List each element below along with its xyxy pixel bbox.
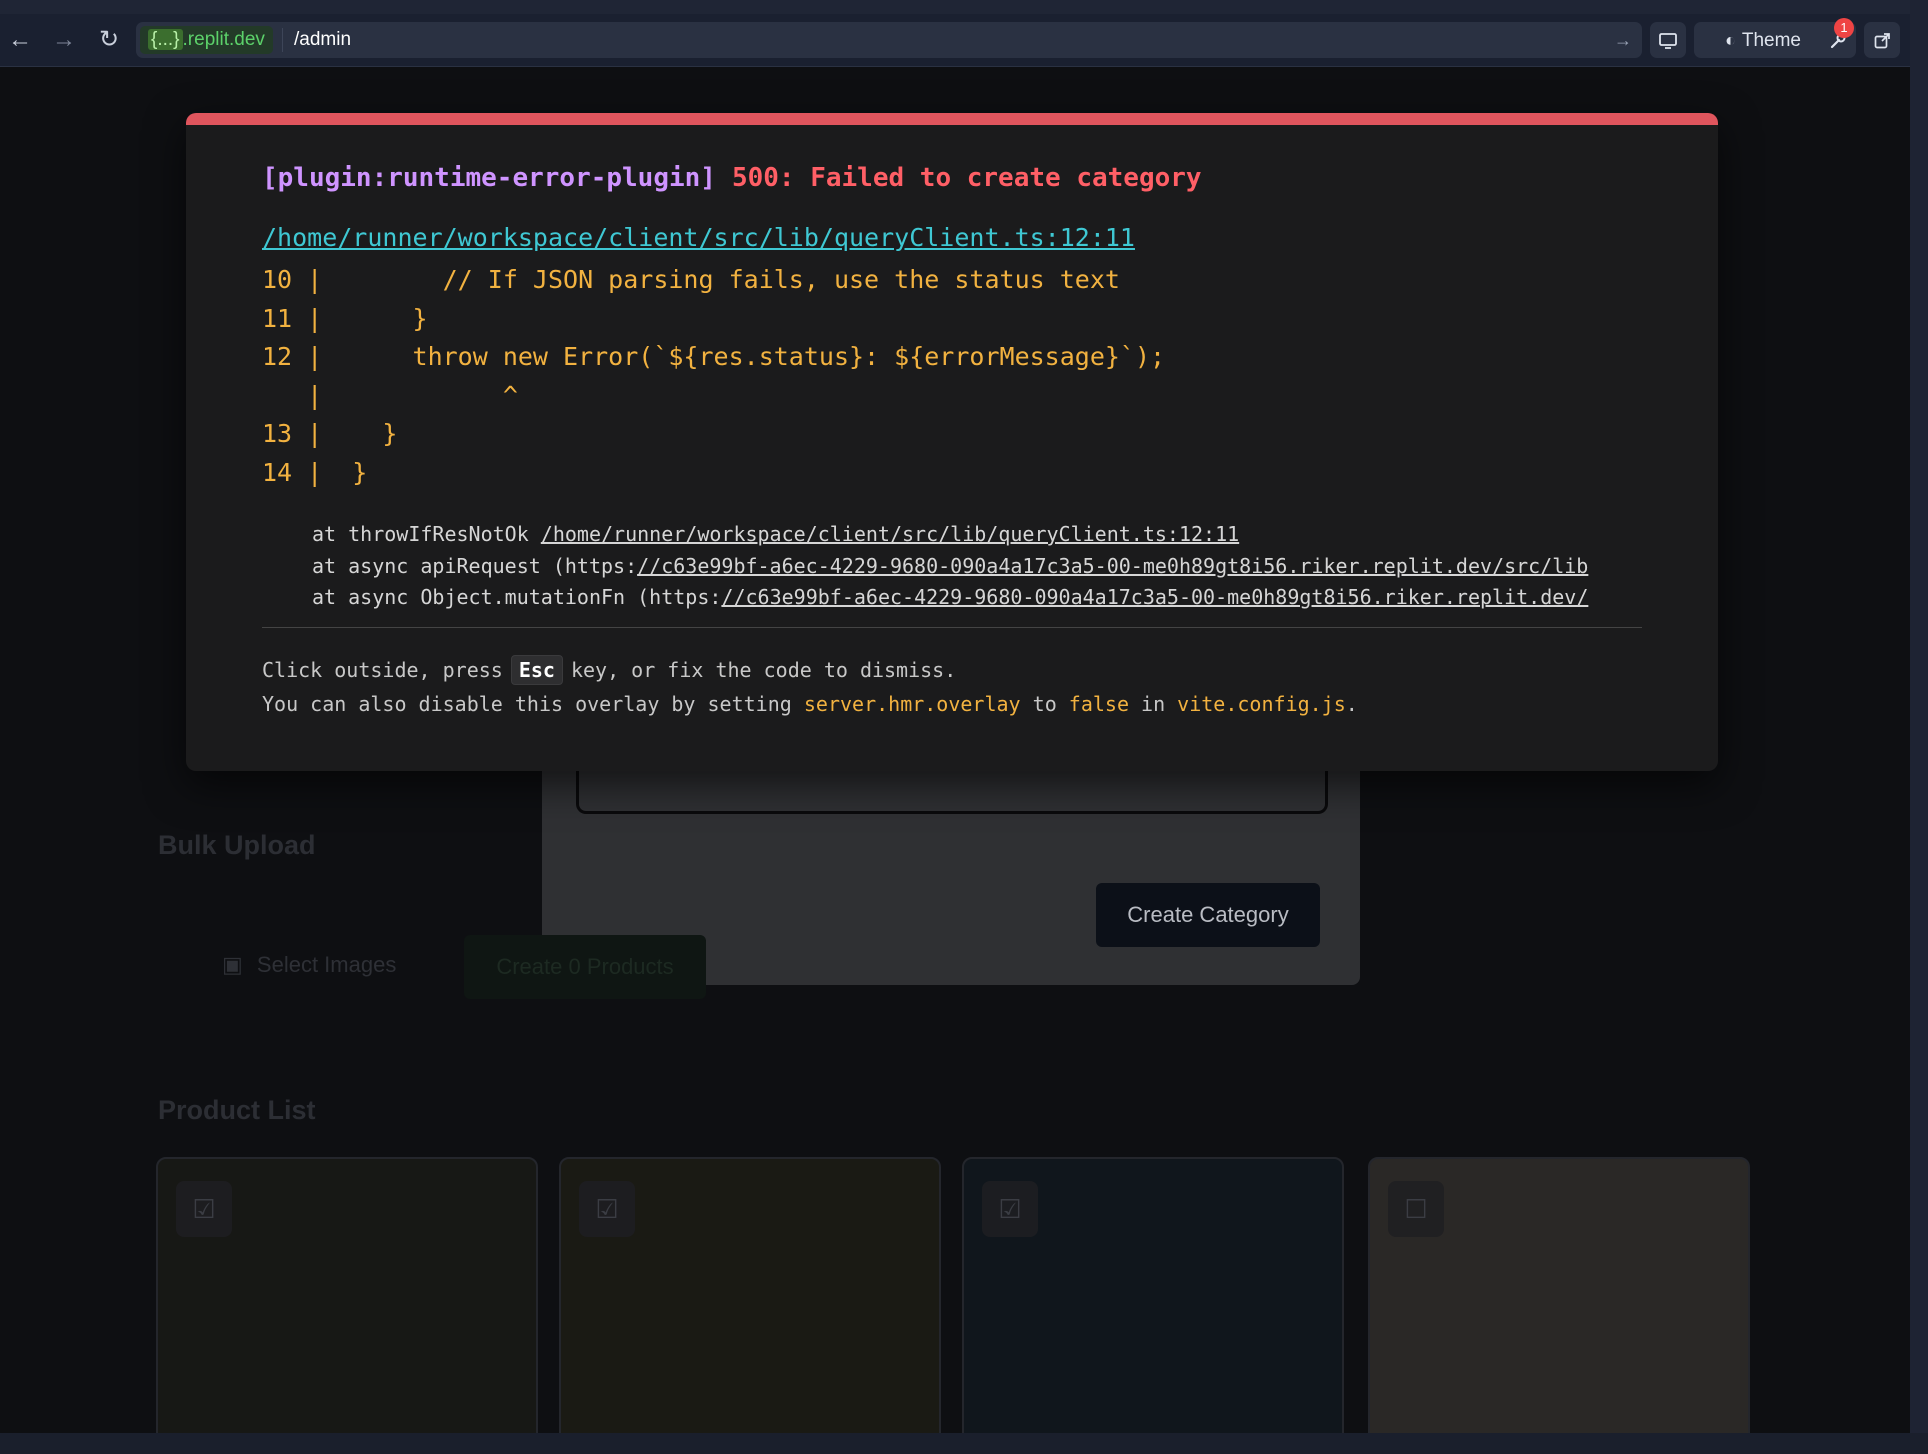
code-line: | ^ xyxy=(262,380,518,410)
open-external-icon[interactable] xyxy=(1864,22,1900,58)
url-host-domain: .replit.dev xyxy=(182,29,265,50)
browser-toolbar: ← → ↻ {...} .replit.dev /admin → ◐ Theme 1 xyxy=(0,14,1910,67)
tip-text: to xyxy=(1020,692,1069,716)
stack-prefix: at throwIfResNotOk xyxy=(312,522,541,546)
stack-link[interactable]: /home/runner/workspace/client/src/lib/qu… xyxy=(541,522,1239,546)
config-setting: server.hmr.overlay xyxy=(803,692,1021,716)
checkbox-checked-icon[interactable]: ☑ xyxy=(579,1181,635,1237)
code-line: 11 | } xyxy=(262,303,428,333)
config-value: false xyxy=(1068,692,1129,716)
product-card[interactable]: ☐ xyxy=(1368,1157,1750,1433)
forward-arrow-icon[interactable]: → xyxy=(48,24,80,56)
go-arrow-icon[interactable]: → xyxy=(1614,22,1632,58)
error-code-frame: 10 | // If JSON parsing fails, use the s… xyxy=(262,261,1165,492)
error-file-link[interactable]: /home/runner/workspace/client/src/lib/qu… xyxy=(262,223,1135,252)
product-card[interactable]: ☑ xyxy=(156,1157,538,1433)
code-line: 12 | throw new Error(`${res.status}: ${e… xyxy=(262,342,1166,371)
theme-button[interactable]: ◐ Theme xyxy=(1694,22,1832,58)
create-products-button[interactable]: Create 0 Products xyxy=(464,935,706,999)
stack-link[interactable]: //c63e99bf-a6ec-4229-9680-090a4a17c3a5-0… xyxy=(721,585,1588,609)
url-host-brace: {...} xyxy=(148,29,183,50)
url-separator xyxy=(282,28,283,52)
product-card[interactable]: ☑ xyxy=(559,1157,941,1433)
address-bar[interactable]: {...} .replit.dev /admin → xyxy=(136,22,1642,58)
tip-text: Click outside, press xyxy=(262,658,503,682)
window-bottom-bar xyxy=(0,1433,1928,1454)
notification-badge: 1 xyxy=(1834,18,1854,38)
select-images-label: Select Images xyxy=(256,952,397,977)
code-line: 14 | } xyxy=(262,457,368,487)
checkbox-checked-icon[interactable]: ☑ xyxy=(982,1181,1038,1237)
image-add-icon: ▣ xyxy=(222,952,243,977)
product-list-heading: Product List xyxy=(158,1095,316,1125)
checkbox-empty-icon[interactable]: ☐ xyxy=(1388,1181,1444,1237)
dismiss-tip: Click outside, press Esc key, or fix the c… xyxy=(262,655,956,685)
esc-key: Esc xyxy=(510,655,563,685)
stack-line: at throwIfResNotOk /home/runner/workspac… xyxy=(312,519,1588,551)
stack-line: at async apiRequest (https://c63e99bf-a6… xyxy=(312,551,1588,583)
config-file: vite.config.js xyxy=(1177,692,1346,716)
window-edge xyxy=(1910,0,1928,1454)
window-top-strip xyxy=(0,0,1928,14)
category-description-textarea[interactable] xyxy=(576,767,1328,814)
select-images-button[interactable]: ▣ Select Images xyxy=(222,952,396,978)
theme-label: Theme xyxy=(1741,30,1801,51)
stack-prefix: at async apiRequest (https: xyxy=(312,553,638,578)
disable-overlay-tip: You can also disable this overlay by set… xyxy=(262,692,1358,716)
tip-text: You can also disable this overlay by set… xyxy=(262,692,804,716)
palette-icon: ◐ xyxy=(1724,30,1736,50)
url-path[interactable]: /admin xyxy=(294,22,351,58)
device-preview-icon[interactable] xyxy=(1650,22,1686,58)
error-title: [plugin:runtime-error-plugin] 500: Failed… xyxy=(262,163,1202,193)
error-stack-trace: at throwIfResNotOk /home/runner/workspac… xyxy=(312,519,1588,614)
error-message: 500: Failed to create category xyxy=(731,163,1202,193)
overlay-divider xyxy=(262,627,1642,628)
reload-icon[interactable]: ↻ xyxy=(93,24,125,56)
tip-text: key, or fix the code to dismiss. xyxy=(570,658,957,682)
url-host: {...} .replit.dev xyxy=(140,26,273,54)
code-line: 13 | } xyxy=(262,419,398,448)
code-line: 10 | // If JSON parsing fails, use the s… xyxy=(262,265,1120,294)
stack-line: at async Object.mutationFn (https://c63e… xyxy=(312,582,1588,614)
checkbox-checked-icon[interactable]: ☑ xyxy=(176,1181,232,1237)
create-category-button[interactable]: Create Category xyxy=(1096,883,1320,947)
product-card[interactable]: ☑ xyxy=(962,1157,1344,1433)
vite-error-overlay[interactable]: [plugin:runtime-error-plugin] 500: Failed… xyxy=(186,113,1718,771)
stack-link[interactable]: //c63e99bf-a6ec-4229-9680-090a4a17c3a5-0… xyxy=(637,554,1588,578)
bulk-upload-heading: Bulk Upload xyxy=(158,830,316,860)
back-arrow-icon[interactable]: ← xyxy=(4,24,36,56)
stack-prefix: at async Object.mutationFn (https: xyxy=(312,585,722,609)
error-plugin-name: [plugin:runtime-error-plugin] xyxy=(262,163,716,193)
tip-text: . xyxy=(1345,692,1358,716)
tip-text: in xyxy=(1129,692,1178,716)
